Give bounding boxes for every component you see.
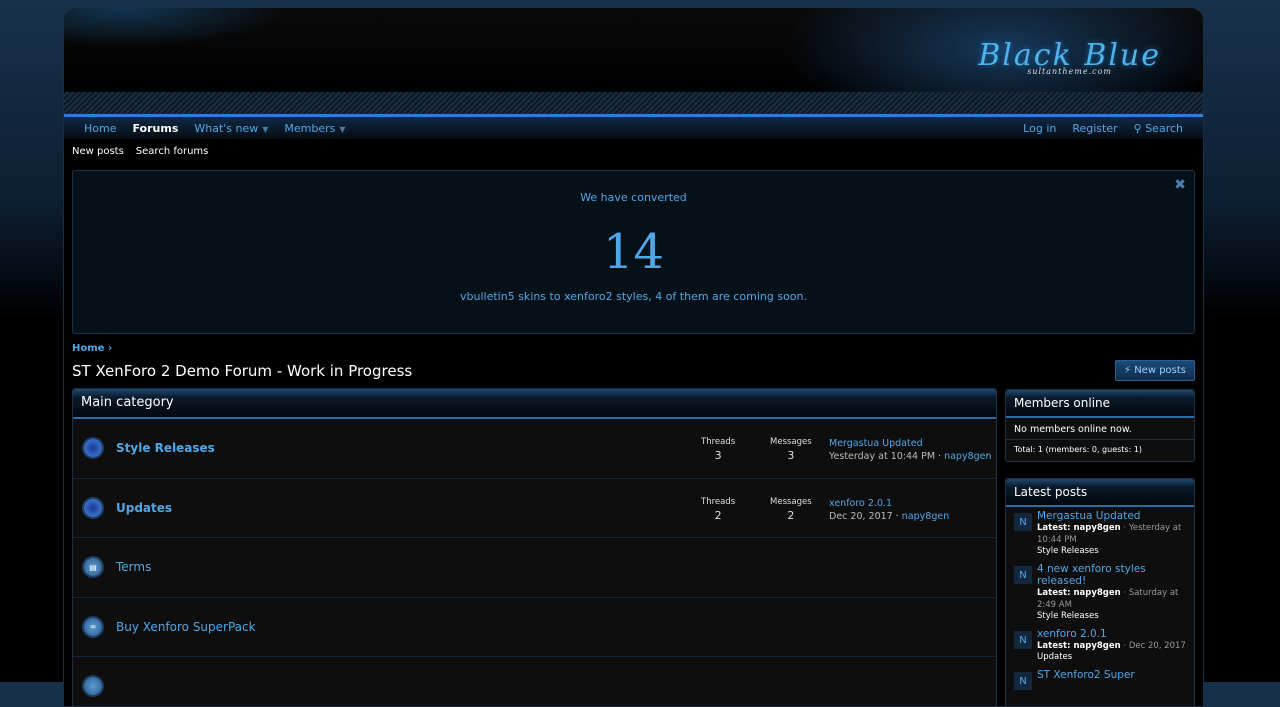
main-nav: Home Forums What's new ▼ Members ▼ Log in … — [64, 114, 1203, 139]
members-online-status: No members online now. — [1006, 418, 1194, 440]
new-posts-button[interactable]: ⚡ New posts — [1115, 360, 1195, 381]
last-post-user[interactable]: napy8gen — [902, 511, 949, 522]
last-post-title[interactable]: xenforo 2.0.1 — [829, 498, 892, 509]
search-icon: ⚲ — [1133, 121, 1146, 135]
forum-icon — [84, 498, 102, 517]
messages-count: 2 — [787, 508, 795, 522]
close-icon[interactable]: ✖ — [1174, 177, 1186, 193]
latest-post-user[interactable]: Latest: napy8gen — [1037, 588, 1121, 598]
bolt-icon: ⚡ — [1124, 365, 1135, 376]
latest-post-item: N xenforo 2.0.1 Latest: napy8gen · Dec 2… — [1006, 625, 1194, 666]
latest-post-user[interactable]: Latest: napy8gen — [1037, 641, 1121, 651]
forum-row: ∞ Buy Xenforo SuperPack — [73, 598, 996, 657]
nav-members-label: Members — [284, 121, 336, 135]
latest-post-item: N Mergastua Updated Latest: napy8gen · Y… — [1006, 507, 1194, 560]
sub-nav: New posts Search forums — [64, 139, 1203, 163]
latest-post-item: N 4 new xenforo styles released! Latest:… — [1006, 560, 1194, 625]
forum-name[interactable]: Buy Xenforo SuperPack — [116, 620, 256, 634]
nav-home[interactable]: Home — [84, 122, 116, 135]
latest-post-forum[interactable]: Style Releases — [1037, 546, 1186, 556]
last-post-title[interactable]: Mergastua Updated — [829, 438, 923, 449]
latest-post-forum[interactable]: Updates — [1037, 652, 1186, 662]
nav-whats-new-label: What's new — [194, 121, 259, 135]
new-posts-button-label: New posts — [1134, 365, 1186, 376]
logo[interactable]: Black Blue sultantheme.com — [978, 38, 1161, 76]
avatar[interactable]: N — [1014, 631, 1032, 649]
forum-name[interactable]: Style Releases — [116, 441, 215, 455]
latest-post-title[interactable]: Mergastua Updated — [1037, 510, 1186, 522]
members-online-block: Members online No members online now. To… — [1005, 389, 1195, 462]
threads-label: Threads — [701, 496, 736, 507]
chevron-right-icon: › — [107, 343, 113, 354]
latest-post-title[interactable]: xenforo 2.0.1 — [1037, 628, 1186, 640]
messages-stat: Messages 3 — [770, 437, 812, 462]
last-post: xenforo 2.0.1 Dec 20, 2017 · napy8gen — [829, 497, 950, 522]
chevron-down-icon[interactable]: ▼ — [339, 125, 345, 134]
login-link[interactable]: Log in — [1023, 122, 1056, 135]
nav-whats-new[interactable]: What's new ▼ — [194, 122, 268, 135]
breadcrumb: Home › — [72, 343, 112, 354]
latest-post-date: Dec 20, 2017 — [1128, 641, 1186, 651]
document-icon: ▤ — [84, 558, 102, 577]
register-link[interactable]: Register — [1072, 122, 1117, 135]
latest-post-title[interactable]: ST Xenforo2 Super — [1037, 669, 1135, 681]
last-post: Mergastua Updated Yesterday at 10:44 PM ·… — [829, 438, 992, 462]
link-icon: ∞ — [84, 617, 102, 636]
messages-stat: Messages 2 — [770, 497, 812, 522]
latest-posts-block: Latest posts N Mergastua Updated Latest:… — [1005, 478, 1195, 706]
nav-forums[interactable]: Forums — [132, 122, 178, 135]
latest-posts-title: Latest posts — [1006, 479, 1194, 507]
avatar[interactable]: N — [1014, 672, 1032, 690]
last-post-date: Yesterday at 10:44 PM — [829, 451, 936, 462]
latest-post-forum[interactable]: Style Releases — [1037, 611, 1186, 621]
forum-row: ▤ Terms — [73, 538, 996, 598]
search-link[interactable]: ⚲ Search — [1134, 122, 1183, 135]
notice-line3: vbulletin5 skins to xenforo2 styles, 4 o… — [460, 290, 807, 303]
messages-label: Messages — [770, 496, 812, 507]
notice-banner: ✖ We have converted 14 vbulletin5 skins … — [72, 170, 1195, 334]
notice-line1: We have converted — [580, 191, 687, 204]
link-icon — [84, 677, 102, 696]
new-posts-link[interactable]: New posts — [72, 146, 124, 157]
latest-post-title[interactable]: 4 new xenforo styles released! — [1037, 563, 1186, 587]
forum-icon — [84, 439, 102, 458]
breadcrumb-home[interactable]: Home — [72, 343, 104, 354]
page-title: ST XenForo 2 Demo Forum - Work in Progre… — [72, 362, 413, 380]
avatar[interactable]: N — [1014, 566, 1032, 584]
avatar[interactable]: N — [1014, 513, 1032, 531]
threads-count: 2 — [714, 508, 722, 522]
main-category-block: Main category Style Releases Threads 3 Me… — [72, 388, 997, 706]
last-post-user[interactable]: napy8gen — [944, 451, 991, 462]
members-online-total: Total: 1 (members: 0, guests: 1) — [1014, 445, 1143, 454]
category-title[interactable]: Main category — [73, 389, 996, 419]
threads-count: 3 — [714, 449, 722, 462]
forum-name[interactable]: Terms — [116, 560, 151, 574]
members-online-title[interactable]: Members online — [1006, 390, 1194, 418]
nav-members[interactable]: Members ▼ — [284, 122, 345, 135]
messages-label: Messages — [770, 437, 812, 447]
page-container: Black Blue sultantheme.com Home Forums Wh… — [63, 7, 1204, 707]
chevron-down-icon[interactable]: ▼ — [262, 125, 268, 134]
messages-count: 3 — [787, 449, 795, 462]
last-post-date: Dec 20, 2017 — [829, 510, 893, 522]
latest-post-item: N ST Xenforo2 Super — [1006, 666, 1194, 694]
search-label: Search — [1145, 121, 1183, 135]
forum-row — [73, 657, 996, 706]
forum-row: Updates Threads 2 Messages 2 xenforo 2.0.1… — [73, 479, 996, 538]
threads-stat: Threads 2 — [701, 497, 735, 522]
search-forums-link[interactable]: Search forums — [136, 146, 209, 157]
forum-row: Style Releases Threads 3 Messages 3 Mergas… — [73, 419, 996, 479]
header: Black Blue sultantheme.com — [64, 8, 1203, 114]
forum-name[interactable]: Updates — [116, 501, 172, 515]
notice-number: 14 — [602, 224, 665, 280]
threads-stat: Threads 3 — [701, 437, 735, 462]
threads-label: Threads — [701, 437, 736, 447]
latest-post-user[interactable]: Latest: napy8gen — [1037, 523, 1121, 533]
